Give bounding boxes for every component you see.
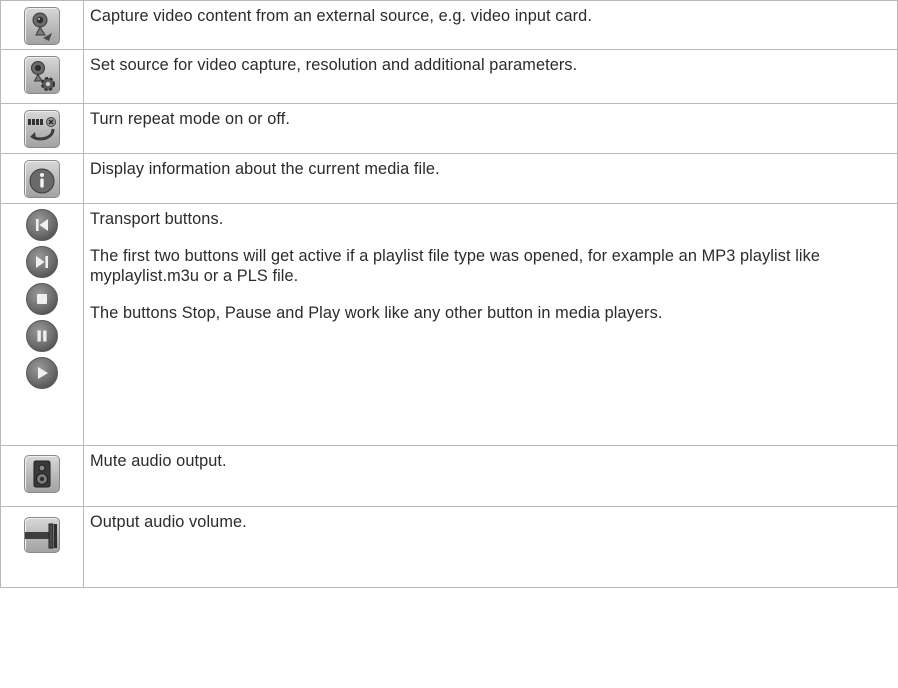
description-cell: Turn repeat mode on or off.	[83, 103, 898, 154]
description-cell: Output audio volume.	[83, 506, 898, 588]
description-text: The buttons Stop, Pause and Play work li…	[90, 304, 663, 322]
description-text: Mute audio output.	[90, 452, 227, 470]
stop-icon	[26, 283, 58, 315]
previous-icon	[26, 209, 58, 241]
icon-cell	[0, 103, 84, 154]
table-row: Turn repeat mode on or off.	[0, 103, 898, 154]
icon-cell	[0, 49, 84, 104]
description-text: Transport buttons.	[90, 210, 224, 228]
table-row: Transport buttons. The first two buttons…	[0, 203, 898, 446]
description-text: Set source for video capture, resolution…	[90, 56, 578, 74]
next-icon	[26, 246, 58, 278]
icon-cell	[0, 153, 84, 204]
webcam-capture-icon	[24, 7, 60, 45]
icon-cell	[0, 445, 84, 507]
table-row: Mute audio output.	[0, 445, 898, 507]
table-row: Display information about the current me…	[0, 153, 898, 204]
speaker-icon	[24, 455, 60, 493]
icon-cell	[0, 0, 84, 50]
description-text: Output audio volume.	[90, 513, 247, 531]
table-row: Output audio volume.	[0, 506, 898, 588]
description-text: Display information about the current me…	[90, 160, 440, 178]
button-reference-table: Capture video content from an external s…	[0, 0, 898, 588]
webcam-settings-icon	[24, 56, 60, 94]
description-cell: Display information about the current me…	[83, 153, 898, 204]
description-cell: Capture video content from an external s…	[83, 0, 898, 50]
info-icon	[24, 160, 60, 198]
icon-cell	[0, 506, 84, 588]
table-row: Set source for video capture, resolution…	[0, 49, 898, 104]
play-icon	[26, 357, 58, 389]
description-text: Turn repeat mode on or off.	[90, 110, 290, 128]
pause-icon	[26, 320, 58, 352]
volume-slider-icon	[24, 517, 60, 553]
description-text: The first two buttons will get active if…	[90, 247, 821, 285]
description-cell: Transport buttons. The first two buttons…	[83, 203, 898, 446]
icon-cell	[0, 203, 84, 446]
description-cell: Mute audio output.	[83, 445, 898, 507]
description-text: Capture video content from an external s…	[90, 7, 592, 25]
description-cell: Set source for video capture, resolution…	[83, 49, 898, 104]
table-row: Capture video content from an external s…	[0, 0, 898, 50]
repeat-icon	[24, 110, 60, 148]
